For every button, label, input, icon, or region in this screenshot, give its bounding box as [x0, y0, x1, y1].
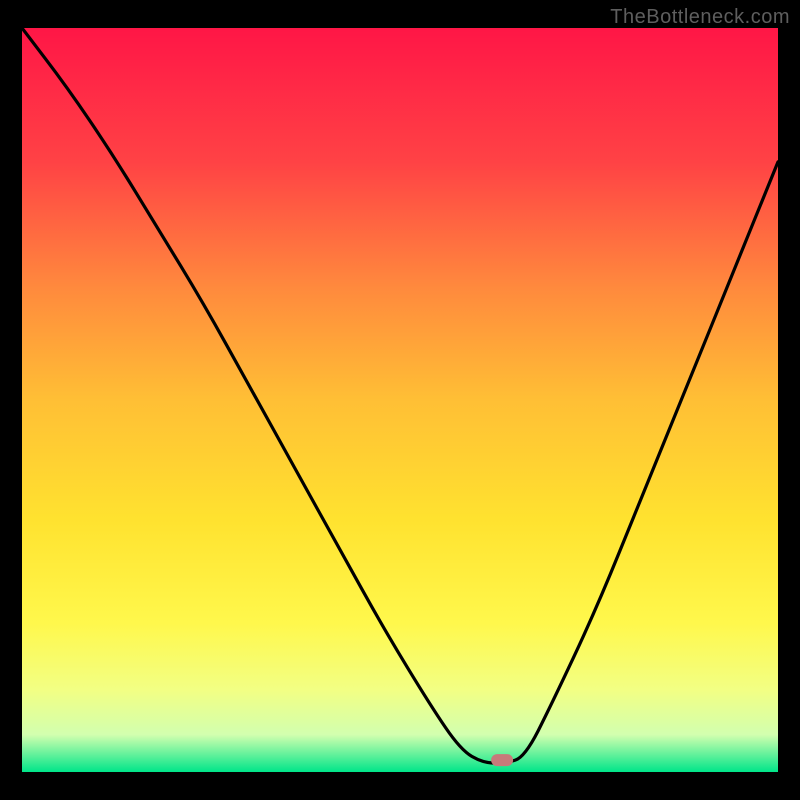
gradient-background [22, 28, 778, 772]
watermark-text: TheBottleneck.com [610, 6, 790, 29]
plot-area [22, 28, 778, 772]
chart-svg [22, 28, 778, 772]
optimal-marker [491, 754, 513, 766]
chart-stage: TheBottleneck.com [0, 0, 800, 800]
